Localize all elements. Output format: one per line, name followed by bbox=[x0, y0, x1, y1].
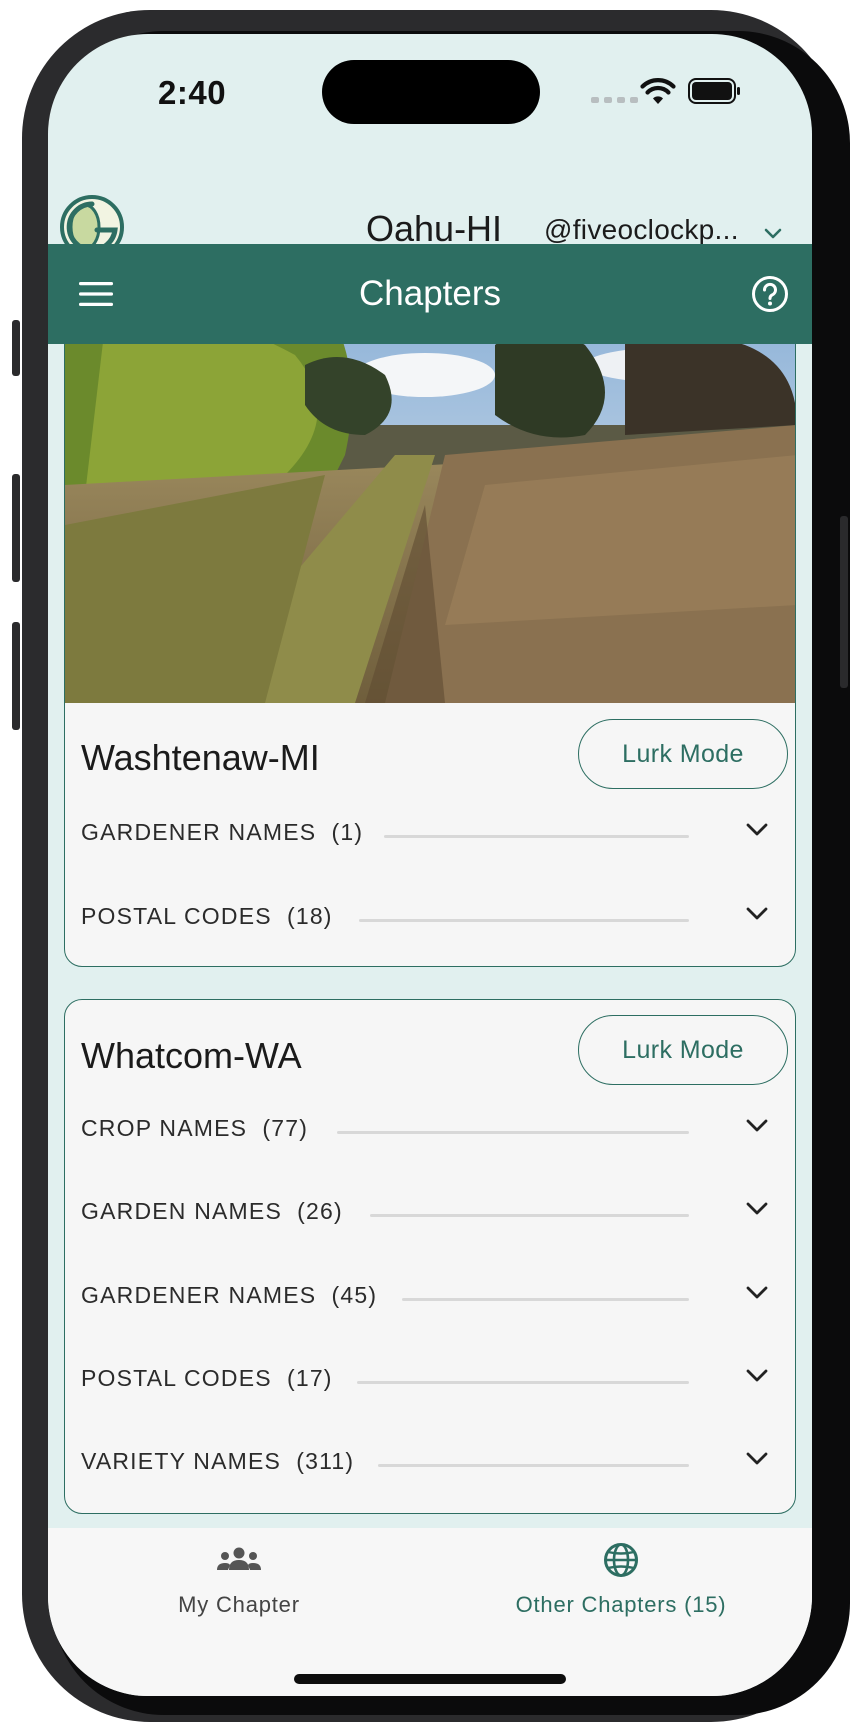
volume-up-button bbox=[12, 474, 20, 582]
section-count: (77) bbox=[262, 1115, 309, 1141]
question-circle-icon[interactable] bbox=[751, 275, 789, 313]
section-count: (45) bbox=[331, 1282, 378, 1308]
section-crop-names[interactable]: CROP NAMES (77) bbox=[65, 1099, 795, 1159]
divider bbox=[402, 1298, 689, 1301]
chevron-down-icon[interactable] bbox=[746, 1286, 768, 1300]
section-label: POSTAL CODES (18) bbox=[81, 903, 333, 930]
chevron-down-icon[interactable] bbox=[746, 823, 768, 837]
chapter-photo bbox=[65, 344, 795, 703]
section-label: GARDEN NAMES (26) bbox=[81, 1198, 343, 1225]
divider bbox=[359, 919, 689, 922]
chapter-card: Whatcom-WA Lurk Mode CROP NAMES (77) GAR… bbox=[64, 999, 796, 1514]
chevron-down-icon[interactable] bbox=[746, 1452, 768, 1466]
section-title: POSTAL CODES bbox=[81, 903, 272, 929]
people-group-icon bbox=[217, 1547, 261, 1570]
nav-my-chapter[interactable]: My Chapter bbox=[48, 1528, 430, 1628]
divider bbox=[357, 1381, 689, 1384]
chevron-down-icon[interactable] bbox=[746, 1119, 768, 1133]
section-title: GARDEN NAMES bbox=[81, 1198, 282, 1224]
section-label: GARDENER NAMES (1) bbox=[81, 819, 363, 846]
power-button bbox=[840, 516, 848, 688]
divider bbox=[370, 1214, 689, 1217]
section-title: VARIETY NAMES bbox=[81, 1448, 282, 1474]
section-postal-codes[interactable]: POSTAL CODES (18) bbox=[65, 887, 795, 947]
home-indicator[interactable] bbox=[294, 1674, 566, 1684]
chevron-down-icon[interactable] bbox=[746, 1369, 768, 1383]
section-variety-names[interactable]: VARIETY NAMES (311) bbox=[65, 1432, 795, 1492]
section-gardener-names[interactable]: GARDENER NAMES (1) bbox=[65, 803, 795, 863]
divider bbox=[337, 1131, 689, 1134]
chapter-name: Washtenaw-MI bbox=[81, 737, 320, 778]
volume-down-button bbox=[12, 622, 20, 730]
chevron-down-icon[interactable] bbox=[764, 228, 782, 240]
section-title: CROP NAMES bbox=[81, 1115, 248, 1141]
status-time: 2:40 bbox=[158, 74, 227, 111]
toolbar: Chapters bbox=[48, 244, 812, 344]
section-count: (18) bbox=[286, 903, 333, 929]
battery-icon bbox=[688, 78, 740, 104]
section-garden-names[interactable]: GARDEN NAMES (26) bbox=[65, 1182, 795, 1242]
section-title: POSTAL CODES bbox=[81, 1365, 272, 1391]
section-title: GARDENER NAMES bbox=[81, 819, 317, 845]
nav-label: My Chapter bbox=[178, 1592, 300, 1617]
wifi-icon bbox=[640, 78, 676, 104]
chevron-down-icon[interactable] bbox=[746, 907, 768, 921]
globe-icon bbox=[604, 1543, 638, 1577]
bottom-navigation: My Chapter Other Chapters (15) bbox=[48, 1528, 812, 1696]
user-handle[interactable]: @fiveoclockp... bbox=[544, 214, 739, 246]
section-label: CROP NAMES (77) bbox=[81, 1115, 308, 1142]
screen: 2:40 Oahu-HI @fiveoclockp... Chapters Wa… bbox=[48, 34, 812, 1696]
section-gardener-names[interactable]: GARDENER NAMES (45) bbox=[65, 1266, 795, 1326]
cellular-signal-icon bbox=[591, 97, 638, 103]
section-label: POSTAL CODES (17) bbox=[81, 1365, 333, 1392]
chapters-list[interactable]: Washtenaw-MI Lurk Mode GARDENER NAMES (1… bbox=[48, 344, 812, 1528]
divider bbox=[378, 1464, 689, 1467]
action-button bbox=[12, 320, 20, 376]
lurk-mode-button[interactable]: Lurk Mode bbox=[578, 719, 788, 789]
nav-other-chapters[interactable]: Other Chapters (15) bbox=[430, 1528, 812, 1628]
lurk-mode-button[interactable]: Lurk Mode bbox=[578, 1015, 788, 1085]
nav-label: Other Chapters (15) bbox=[515, 1592, 727, 1617]
chapter-card: Washtenaw-MI Lurk Mode GARDENER NAMES (1… bbox=[64, 344, 796, 967]
page-title: Chapters bbox=[358, 274, 502, 313]
section-label: VARIETY NAMES (311) bbox=[81, 1448, 354, 1475]
section-count: (1) bbox=[331, 819, 364, 845]
divider bbox=[384, 835, 689, 838]
chapter-name: Whatcom-WA bbox=[81, 1035, 302, 1076]
section-label: GARDENER NAMES (45) bbox=[81, 1282, 377, 1309]
dynamic-island bbox=[322, 60, 540, 124]
chevron-down-icon[interactable] bbox=[746, 1202, 768, 1216]
section-count: (17) bbox=[286, 1365, 333, 1391]
section-title: GARDENER NAMES bbox=[81, 1282, 317, 1308]
section-count: (311) bbox=[296, 1448, 355, 1474]
section-postal-codes[interactable]: POSTAL CODES (17) bbox=[65, 1349, 795, 1409]
section-count: (26) bbox=[297, 1198, 343, 1224]
